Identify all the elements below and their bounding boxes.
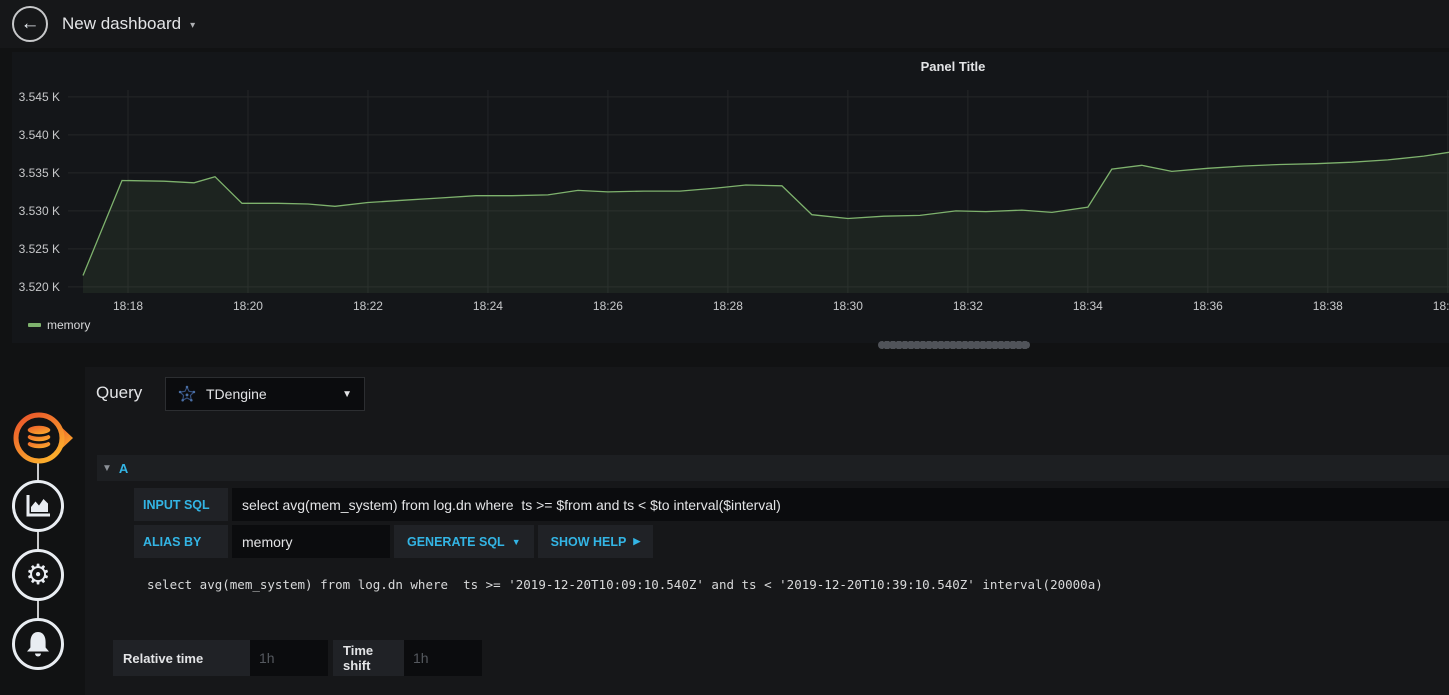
dropdown-caret-icon: ▼ — [342, 388, 352, 400]
alias-by-row: ALIAS BY GENERATE SQL ▼ SHOW HELP ▶ — [134, 525, 1449, 558]
svg-text:18:32: 18:32 — [953, 299, 983, 313]
chart-legend: memory — [28, 318, 90, 332]
database-icon — [13, 412, 73, 464]
panel-resize-handle[interactable] — [878, 341, 1030, 349]
tab-general[interactable]: ⚙ — [12, 549, 64, 601]
dashboard-title: New dashboard — [62, 14, 182, 33]
bell-icon — [27, 632, 49, 657]
top-navbar: ← New dashboard ▾ — [0, 0, 1449, 48]
time-shift-input[interactable] — [404, 640, 482, 676]
panel-editor-tab-rail: ⚙ — [12, 410, 74, 675]
tdengine-logo-icon — [178, 385, 196, 402]
legend-color-dash — [28, 323, 41, 327]
gear-icon: ⚙ — [25, 558, 51, 591]
svg-text:3.530 K: 3.530 K — [19, 204, 60, 218]
svg-text:3.545 K: 3.545 K — [19, 90, 60, 104]
input-sql-label: INPUT SQL — [134, 488, 228, 521]
datasource-name: TDengine — [206, 386, 267, 402]
generate-sql-button-label: GENERATE SQL — [407, 534, 505, 549]
svg-text:3.535 K: 3.535 K — [19, 166, 60, 180]
time-options-row: Relative time Time shift — [113, 640, 482, 676]
time-shift-label: Time shift — [333, 640, 404, 676]
show-help-button[interactable]: SHOW HELP ▶ — [537, 525, 654, 558]
graph-icon — [26, 495, 50, 517]
svg-text:18:22: 18:22 — [353, 299, 383, 313]
svg-text:18:18: 18:18 — [113, 299, 143, 313]
query-row-header[interactable]: ▼ A — [97, 455, 1449, 481]
svg-text:18:26: 18:26 — [593, 299, 623, 313]
query-ref-id: A — [118, 460, 129, 476]
svg-text:18:38: 18:38 — [1313, 299, 1343, 313]
time-series-chart[interactable]: 3.520 K 3.525 K 3.530 K 3.535 K 3.540 K 3.545… — [12, 52, 1449, 314]
relative-time-input[interactable] — [250, 640, 328, 676]
collapse-caret-icon: ▼ — [102, 462, 112, 474]
show-help-button-label: SHOW HELP — [550, 534, 627, 549]
tab-alert[interactable] — [12, 618, 64, 670]
svg-text:3.525 K: 3.525 K — [19, 242, 60, 256]
svg-text:3.520 K: 3.520 K — [19, 280, 60, 294]
input-sql-field[interactable] — [232, 488, 1449, 521]
query-form: INPUT SQL ALIAS BY GENERATE SQL ▼ SHOW H… — [134, 488, 1449, 602]
svg-text:18:28: 18:28 — [713, 299, 743, 313]
generated-sql-preview: select avg(mem_system) from log.dn where… — [147, 577, 1103, 592]
back-arrow-icon: ← — [20, 12, 40, 34]
tab-queries-active[interactable] — [12, 410, 74, 466]
svg-text:18:24: 18:24 — [473, 299, 503, 313]
relative-time-label: Relative time — [113, 640, 250, 676]
relative-time-group: Relative time — [113, 640, 328, 676]
time-shift-group: Time shift — [333, 640, 482, 676]
caret-right-icon: ▶ — [633, 536, 641, 546]
caret-down-icon: ▾ — [190, 20, 196, 31]
svg-text:18:36: 18:36 — [1193, 299, 1223, 313]
input-sql-row: INPUT SQL — [134, 488, 1449, 521]
svg-text:18:34: 18:34 — [1073, 299, 1103, 313]
dashboard-title-dropdown[interactable]: New dashboard ▾ — [62, 0, 195, 48]
legend-item-memory[interactable]: memory — [28, 318, 90, 332]
legend-label: memory — [47, 318, 91, 332]
generate-sql-button[interactable]: GENERATE SQL ▼ — [394, 525, 534, 558]
alias-by-field[interactable] — [232, 525, 390, 558]
alias-by-label: ALIAS BY — [134, 525, 228, 558]
svg-text:18:40: 18:40 — [1433, 299, 1449, 313]
caret-down-icon: ▼ — [511, 536, 521, 547]
graph-panel: Panel Title 3.520 K 3.525 K 3.530 K 3.535 K… — [12, 52, 1449, 343]
tab-visualization[interactable] — [12, 480, 64, 532]
svg-text:18:30: 18:30 — [833, 299, 863, 313]
back-button[interactable]: ← — [12, 6, 48, 42]
query-section-title: Query — [96, 383, 143, 402]
svg-text:3.540 K: 3.540 K — [19, 128, 60, 142]
svg-text:18:20: 18:20 — [233, 299, 263, 313]
datasource-picker[interactable]: TDengine ▼ — [165, 377, 365, 411]
query-editor-section: Query TDengine ▼ ▼ A INPUT SQL ALIAS BY … — [85, 367, 1449, 695]
